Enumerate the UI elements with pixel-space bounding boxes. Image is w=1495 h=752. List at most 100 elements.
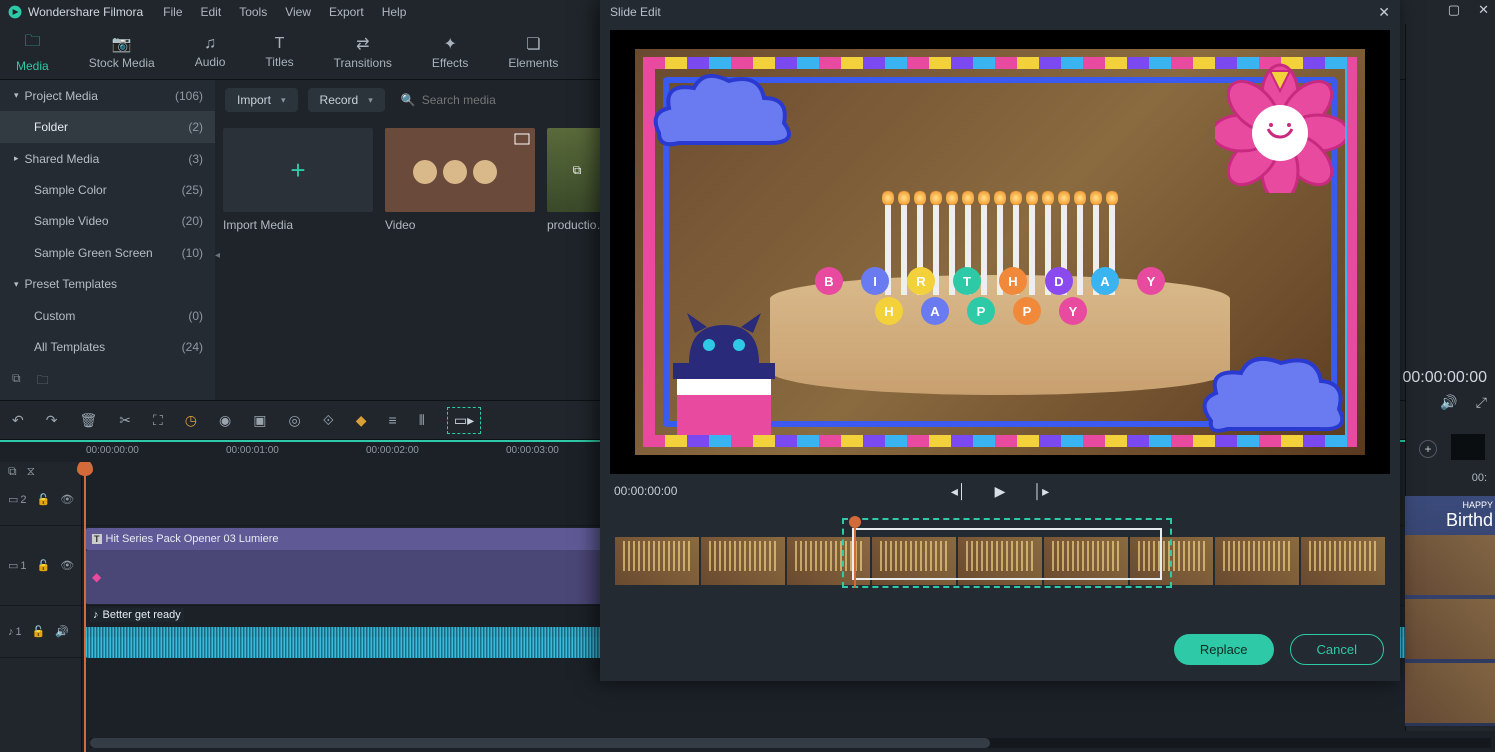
sidebar-custom[interactable]: Custom(0): [0, 300, 215, 331]
app-logo-icon: [8, 5, 22, 19]
tab-stock-media[interactable]: 📷Stock Media: [81, 30, 163, 74]
audio-mixer-icon[interactable]: ⦀: [419, 412, 425, 429]
filmstrip-thumb[interactable]: [1130, 537, 1214, 585]
delete-icon[interactable]: 🗑: [79, 412, 97, 429]
tab-effects[interactable]: ✦Effects: [424, 30, 476, 74]
menu-export[interactable]: Export: [329, 5, 364, 19]
sidebar-sample-video[interactable]: Sample Video(20): [0, 206, 215, 237]
track-head-v2: ▭2🔓👁: [0, 474, 81, 526]
dialog-preview: BIRTHDAYHAPPY: [610, 30, 1390, 474]
speed-icon[interactable]: ◷: [185, 412, 197, 429]
filmstrip-thumb[interactable]: [1215, 537, 1299, 585]
split-icon[interactable]: ✂: [119, 412, 131, 429]
track-manager-icon[interactable]: ⧉: [8, 464, 17, 472]
audio-track-icon: ♪: [8, 626, 14, 638]
media-card-production[interactable]: ⧉ productio…: [547, 128, 607, 232]
timeline-scrollbar[interactable]: [90, 738, 1491, 748]
video-track-icon: ▭: [8, 493, 18, 506]
filmstrip-thumb[interactable]: [958, 537, 1042, 585]
right-filmstrip[interactable]: HAPPYBirthd: [1405, 496, 1495, 726]
maximize-icon[interactable]: ▢: [1448, 2, 1460, 18]
sidebar-project-media[interactable]: ▾Project Media(106): [0, 80, 215, 111]
sidebar-preset-templates[interactable]: ▾Preset Templates: [0, 269, 215, 300]
tab-audio[interactable]: ♫Audio: [187, 31, 234, 73]
menu-tools[interactable]: Tools: [239, 5, 267, 19]
preview-timecode: 00:00:00:00: [1402, 369, 1487, 387]
filmstrip-thumb[interactable]: [615, 537, 699, 585]
new-folder-icon[interactable]: 🗀: [37, 371, 49, 392]
timeline-playhead[interactable]: [84, 462, 86, 752]
preview-frame: BIRTHDAYHAPPY: [635, 49, 1365, 455]
volume-icon[interactable]: 🔊: [1440, 394, 1457, 411]
keyframe-icon[interactable]: ◆: [356, 412, 367, 429]
tab-transitions[interactable]: ⇄Transitions: [326, 30, 400, 74]
transitions-icon: ⇄: [356, 34, 369, 54]
render-preview-icon[interactable]: ▭▸: [447, 407, 481, 434]
crop-icon[interactable]: ⛶: [153, 412, 163, 429]
filmstrip-thumb[interactable]: [787, 537, 871, 585]
search-input[interactable]: [422, 93, 542, 107]
filmstrip-thumb[interactable]: [1301, 537, 1385, 585]
gem-icon: ◆: [92, 570, 101, 584]
fullscreen-icon[interactable]: ⤢: [1476, 394, 1487, 411]
media-card-video[interactable]: Video: [385, 128, 535, 232]
sidebar-folder[interactable]: Folder(2): [0, 111, 215, 142]
menu-help[interactable]: Help: [382, 5, 407, 19]
dialog-title-bar: Slide Edit ✕: [600, 0, 1400, 24]
sidebar-all-templates[interactable]: All Templates(24): [0, 332, 215, 363]
adjust-icon[interactable]: ≡: [389, 412, 397, 428]
filmstrip-thumb[interactable]: [872, 537, 956, 585]
speaker-icon[interactable]: 🔊: [55, 625, 69, 638]
sidebar-shared-media[interactable]: ▸Shared Media(3): [0, 143, 215, 174]
eye-icon[interactable]: 👁: [60, 493, 74, 506]
sidebar-bottom-icons: ⧉ 🗀: [0, 363, 215, 400]
ruler-tick: 00:00:02:00: [366, 445, 419, 456]
track-head-v1: ▭1🔓👁: [0, 526, 81, 606]
add-marker-icon[interactable]: +: [1419, 440, 1437, 458]
lock-icon[interactable]: 🔓: [37, 559, 51, 572]
sidebar-sample-green-screen[interactable]: Sample Green Screen(10): [0, 237, 215, 268]
dialog-title: Slide Edit: [610, 5, 661, 19]
menu-file[interactable]: File: [163, 5, 182, 19]
filmstrip-playhead[interactable]: [854, 518, 856, 588]
close-window-icon[interactable]: ✕: [1478, 2, 1489, 18]
green-screen-icon[interactable]: ◎: [288, 412, 300, 429]
sidebar-sample-color[interactable]: Sample Color(25): [0, 174, 215, 205]
media-card-import[interactable]: + Import Media: [223, 128, 373, 232]
freeze-icon[interactable]: ▣: [253, 412, 266, 429]
ruler-tick: 00:00:01:00: [226, 445, 279, 456]
menu-view[interactable]: View: [285, 5, 311, 19]
cancel-button[interactable]: Cancel: [1290, 634, 1384, 665]
menu-edit[interactable]: Edit: [201, 5, 222, 19]
window-controls: ▢ ✕: [1448, 2, 1489, 18]
tab-elements[interactable]: ❏Elements: [500, 30, 566, 74]
redo-icon[interactable]: ↷: [46, 412, 58, 429]
undo-icon[interactable]: ↶: [12, 412, 24, 429]
panel-collapse-handle[interactable]: ◂: [215, 240, 225, 270]
detach-icon[interactable]: ⟐: [323, 412, 334, 429]
prev-frame-icon[interactable]: ◂│: [951, 483, 967, 500]
search-icon: 🔍: [401, 93, 416, 107]
filmstrip-thumb[interactable]: [701, 537, 785, 585]
cat-gift-decoration-icon: [659, 305, 789, 445]
replace-button[interactable]: Replace: [1174, 634, 1274, 665]
link-icon[interactable]: ⧖: [27, 464, 35, 472]
eye-icon[interactable]: 👁: [60, 559, 74, 572]
scrollbar-thumb[interactable]: [90, 738, 990, 748]
dialog-filmstrip[interactable]: [614, 526, 1386, 596]
filmstrip-thumb[interactable]: [1044, 537, 1128, 585]
record-dropdown[interactable]: Record▾: [308, 88, 385, 112]
tab-titles[interactable]: TTitles: [257, 31, 301, 73]
next-frame-icon[interactable]: │▸: [1033, 483, 1049, 500]
new-bin-icon[interactable]: ⧉: [12, 371, 21, 392]
lock-icon[interactable]: 🔓: [32, 625, 46, 638]
dialog-playback-controls: 00:00:00:00 ◂│ ▶ │▸: [600, 474, 1400, 508]
title-clip[interactable]: THit Series Pack Opener 03 Lumiere: [86, 528, 636, 550]
close-icon[interactable]: ✕: [1378, 4, 1390, 21]
lock-icon[interactable]: 🔓: [37, 493, 51, 506]
color-icon[interactable]: ◉: [219, 412, 231, 429]
video-clip[interactable]: ◆: [86, 550, 636, 604]
tab-media[interactable]: 🗀Media: [8, 26, 57, 77]
play-icon[interactable]: ▶: [995, 483, 1006, 500]
import-dropdown[interactable]: Import▾: [225, 88, 298, 112]
